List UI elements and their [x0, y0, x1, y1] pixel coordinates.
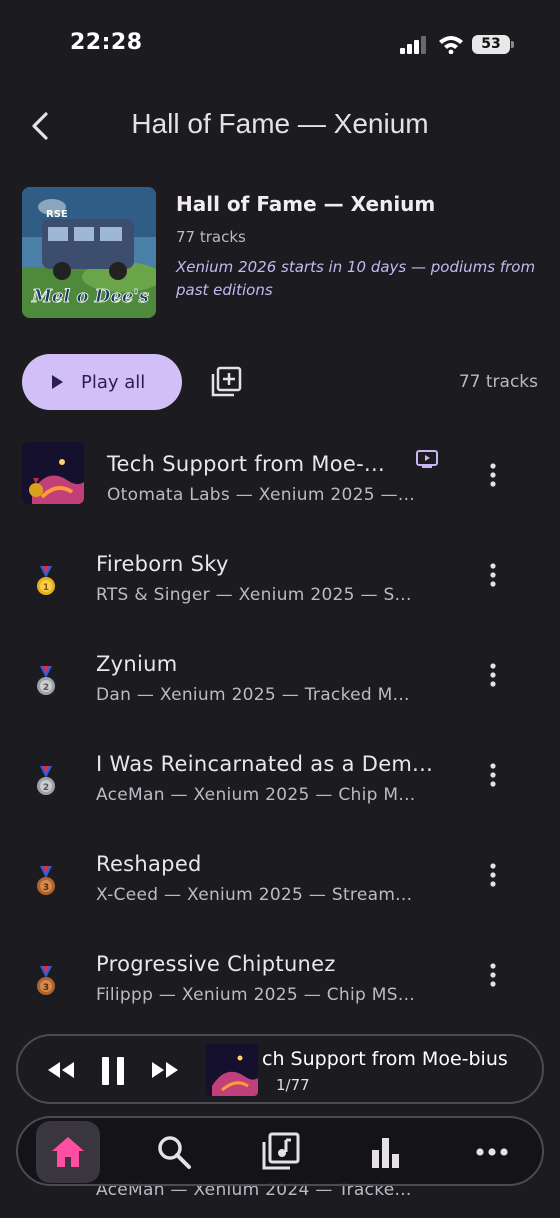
more-vert-icon[interactable] [482, 660, 504, 690]
nav-home[interactable] [36, 1121, 100, 1183]
track-title: Progressive Chiptunez [96, 952, 336, 976]
track-count-label: 77 tracks [458, 372, 538, 392]
track-subtitle: RTS & Singer — Xenium 2025 — S... [96, 585, 412, 605]
more-icon [476, 1148, 508, 1156]
library-icon [262, 1132, 300, 1170]
svg-text:3: 3 [43, 983, 49, 993]
track-subtitle: Dan — Xenium 2025 — Tracked M... [96, 685, 410, 705]
silver-medal-icon: 2 [37, 766, 55, 795]
playlist-description: Xenium 2026 starts in 10 days — podiums … [176, 258, 536, 299]
track-row[interactable]: 1 Fireborn Sky RTS & Singer — Xenium 202… [0, 542, 560, 632]
svg-text:2: 2 [43, 783, 49, 793]
nav-library[interactable] [248, 1121, 312, 1183]
status-bar: 22:28 53 [0, 0, 560, 90]
stats-icon [372, 1138, 399, 1168]
more-vert-icon[interactable] [482, 960, 504, 990]
track-title: Tech Support from Moe-... [107, 452, 385, 476]
home-icon [52, 1137, 84, 1167]
previous-icon[interactable] [46, 1058, 76, 1082]
now-playing-art [206, 1044, 258, 1096]
status-time: 22:28 [70, 30, 143, 55]
signal-icon [400, 36, 426, 54]
svg-text:Mel o Dee's: Mel o Dee's [31, 286, 149, 307]
track-subtitle: Otomata Labs — Xenium 2025 —... [107, 485, 416, 505]
svg-text:RSE: RSE [46, 209, 68, 220]
page-title: Hall of Fame — Xenium [131, 108, 429, 139]
more-vert-icon[interactable] [482, 760, 504, 790]
battery-indicator: 53 [472, 35, 514, 54]
video-icon [416, 450, 438, 468]
playlist-track-count: 77 tracks [176, 228, 246, 246]
track-row[interactable]: Tech Support from Moe-... Otomata Labs —… [0, 442, 560, 532]
mini-player[interactable]: ch Support from Moe-bius 1/77 [16, 1034, 544, 1104]
svg-text:3: 3 [43, 883, 49, 893]
now-playing-position: 1/77 [276, 1076, 310, 1094]
gold-medal-icon: 1 [37, 566, 55, 595]
track-row[interactable]: 2 Zynium Dan — Xenium 2025 — Tracked M..… [0, 642, 560, 732]
play-all-label: Play all [81, 371, 146, 393]
play-icon [52, 375, 63, 389]
add-to-playlist-icon[interactable] [210, 366, 242, 398]
track-subtitle: Filippp — Xenium 2025 — Chip MS... [96, 985, 415, 1005]
nav-stats[interactable] [354, 1121, 418, 1183]
track-subtitle: AceMan — Xenium 2025 — Chip M... [96, 785, 416, 805]
track-row[interactable]: 3 Reshaped X-Ceed — Xenium 2025 — Stream… [0, 842, 560, 932]
track-row[interactable]: 3 Progressive Chiptunez Filippp — Xenium… [0, 942, 560, 1032]
search-icon [158, 1136, 191, 1169]
track-title: Fireborn Sky [96, 552, 229, 576]
more-vert-icon[interactable] [482, 860, 504, 890]
svg-text:1: 1 [43, 583, 49, 593]
track-row[interactable]: 2 I Was Reincarnated as a Dem... AceMan … [0, 742, 560, 832]
pause-icon[interactable] [98, 1055, 128, 1087]
more-vert-icon[interactable] [482, 560, 504, 590]
now-playing-title: ch Support from Moe-bius [262, 1048, 508, 1070]
playlist-title: Hall of Fame — Xenium [176, 192, 436, 216]
wifi-icon [439, 36, 463, 54]
track-subtitle: X-Ceed — Xenium 2025 — Stream... [96, 885, 413, 905]
nav-more[interactable] [460, 1121, 524, 1183]
playlist-cover-art: RSE Mel o Dee's [22, 187, 156, 318]
bronze-medal-icon: 3 [37, 866, 55, 895]
track-title: I Was Reincarnated as a Dem... [96, 752, 434, 776]
silver-medal-icon: 2 [37, 666, 55, 695]
bottom-navigation [16, 1116, 544, 1186]
more-vert-icon[interactable] [482, 460, 504, 490]
track-title: Zynium [96, 652, 178, 676]
track-thumbnail [22, 442, 84, 504]
svg-text:2: 2 [43, 683, 49, 693]
track-title: Reshaped [96, 852, 202, 876]
next-icon[interactable] [150, 1058, 180, 1082]
nav-search[interactable] [142, 1121, 206, 1183]
play-all-button[interactable]: Play all [22, 354, 182, 410]
bronze-medal-icon: 3 [37, 966, 55, 995]
